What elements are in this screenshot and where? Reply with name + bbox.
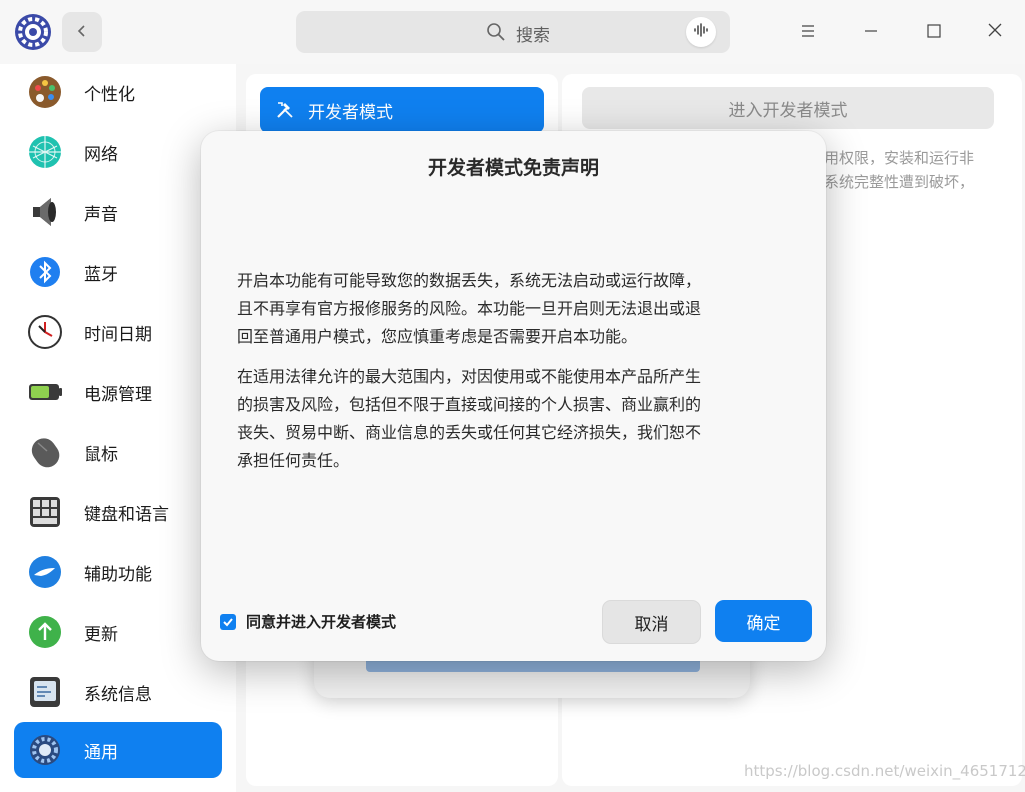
settings-window: 搜索 个性化 网络 声音 蓝牙 时间日期 电源管理 鼠标 键盘和语言 辅助功能 … (0, 0, 1025, 792)
speaker-icon (26, 193, 64, 231)
sidebar-item-power[interactable]: 电源管理 (14, 364, 222, 420)
sidebar-item-label: 时间日期 (84, 324, 152, 345)
sidebar-item-personalization[interactable]: 个性化 (14, 64, 222, 120)
menu-button[interactable] (794, 18, 822, 46)
sidebar-item-label: 鼠标 (84, 444, 118, 465)
sidebar-item-accessibility[interactable]: 辅助功能 (14, 544, 222, 600)
sidebar-item-mouse[interactable]: 鼠标 (14, 424, 222, 480)
sidebar-item-label: 蓝牙 (84, 264, 118, 285)
tools-hammer-icon (274, 99, 296, 121)
sidebar-item-label: 更新 (84, 624, 118, 645)
clock-icon (26, 313, 64, 351)
sidebar-item-label: 键盘和语言 (84, 504, 169, 525)
close-icon (987, 22, 1003, 42)
accessibility-hand-icon (26, 553, 64, 591)
general-gear-icon (26, 731, 64, 769)
sidebar-item-network[interactable]: 网络 (14, 124, 222, 180)
close-button[interactable] (981, 18, 1009, 46)
search-icon (486, 22, 506, 46)
submenu-item-developer-mode[interactable]: 开发者模式 (260, 87, 544, 133)
title-bar: 搜索 (0, 0, 1025, 64)
agree-checkbox-row[interactable]: 同意并进入开发者模式 (220, 611, 396, 632)
search-input[interactable]: 搜索 (296, 11, 730, 53)
sidebar-item-label: 电源管理 (84, 384, 152, 405)
battery-icon (26, 373, 64, 411)
dialog-title: 开发者模式免责声明 (427, 157, 599, 179)
personalization-palette-icon (26, 73, 64, 111)
sidebar-item-general[interactable]: 通用 (14, 722, 222, 778)
voice-waveform-icon (693, 22, 709, 42)
disclaimer-paragraph-2: 在适用法律允许的最大范围内，对因使用或不能使用本产品所产生 的损害及风险，包括但… (237, 367, 702, 470)
sidebar-item-update[interactable]: 更新 (14, 604, 222, 660)
watermark-text: https://blog.csdn.net/weixin_46517129 (744, 762, 1025, 780)
sidebar-item-label: 系统信息 (84, 684, 152, 705)
update-arrow-icon (26, 613, 64, 651)
search-placeholder: 搜索 (516, 26, 550, 46)
bluetooth-icon (26, 253, 64, 291)
agree-label: 同意并进入开发者模式 (246, 613, 397, 631)
network-globe-icon (26, 133, 64, 171)
chevron-left-icon (75, 23, 89, 42)
sidebar-item-label: 辅助功能 (84, 564, 152, 585)
sidebar-item-datetime[interactable]: 时间日期 (14, 304, 222, 360)
sidebar-item-bluetooth[interactable]: 蓝牙 (14, 244, 222, 300)
submenu-item-label: 开发者模式 (308, 102, 393, 123)
sidebar-item-keyboard[interactable]: 键盘和语言 (14, 484, 222, 540)
keyboard-icon (26, 493, 64, 531)
sidebar-item-system-info[interactable]: 系统信息 (14, 664, 222, 720)
minimize-icon (863, 23, 879, 42)
disclaimer-paragraph-1: 开启本功能有可能导致您的数据丢失，系统无法启动或运行故障， 且不再享有官方报修服… (237, 271, 702, 346)
checkmark-icon (223, 617, 233, 626)
developer-mode-description: 用权限，安装和运行非 系统完整性遭到破坏， (824, 149, 975, 191)
cancel-button[interactable]: 取消 (602, 600, 701, 644)
mouse-icon (26, 433, 64, 471)
agree-checkbox[interactable] (220, 613, 236, 630)
sidebar-item-label: 网络 (84, 144, 118, 165)
sidebar-item-label: 声音 (84, 204, 118, 225)
maximize-icon (926, 23, 942, 42)
disclaimer-dialog: 开发者模式免责声明 开启本功能有可能导致您的数据丢失，系统无法启动或运行故障， … (201, 131, 826, 661)
settings-gear-logo-icon (14, 13, 52, 51)
voice-search-button[interactable] (686, 17, 716, 47)
confirm-button[interactable]: 确定 (715, 600, 812, 642)
system-info-icon (26, 673, 64, 711)
enter-developer-mode-button[interactable]: 进入开发者模式 (582, 87, 994, 129)
menu-icon (800, 23, 816, 42)
sidebar-item-label: 个性化 (84, 84, 135, 105)
minimize-button[interactable] (857, 18, 885, 46)
back-button[interactable] (62, 12, 102, 52)
maximize-button[interactable] (920, 18, 948, 46)
sidebar-item-label: 通用 (84, 742, 118, 763)
sidebar-item-sound[interactable]: 声音 (14, 184, 222, 240)
